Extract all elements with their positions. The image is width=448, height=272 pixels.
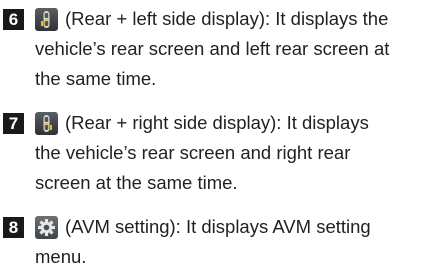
- item-number-badge: 8: [3, 217, 24, 238]
- item-text-line: menu.: [35, 246, 87, 267]
- item-text-line: (Rear + right side display): It displays: [65, 112, 369, 133]
- item-number-badge: 7: [3, 113, 24, 134]
- gear-icon: [35, 216, 58, 239]
- item-text-line: vehicle’s rear screen and left rear scre…: [35, 38, 390, 59]
- item-text-line: (AVM setting): It displays AVM setting: [65, 216, 371, 237]
- item-text-line: screen at the same time.: [35, 172, 238, 193]
- item-number-badge: 6: [3, 9, 24, 30]
- rear-right-camera-icon: [35, 112, 58, 135]
- item-text-line: (Rear + left side display): It displays …: [65, 8, 389, 29]
- item-text-line: the same time.: [35, 68, 157, 89]
- item-text-line: the vehicle’s rear screen and right rear: [35, 142, 351, 163]
- rear-left-camera-icon: [35, 8, 58, 31]
